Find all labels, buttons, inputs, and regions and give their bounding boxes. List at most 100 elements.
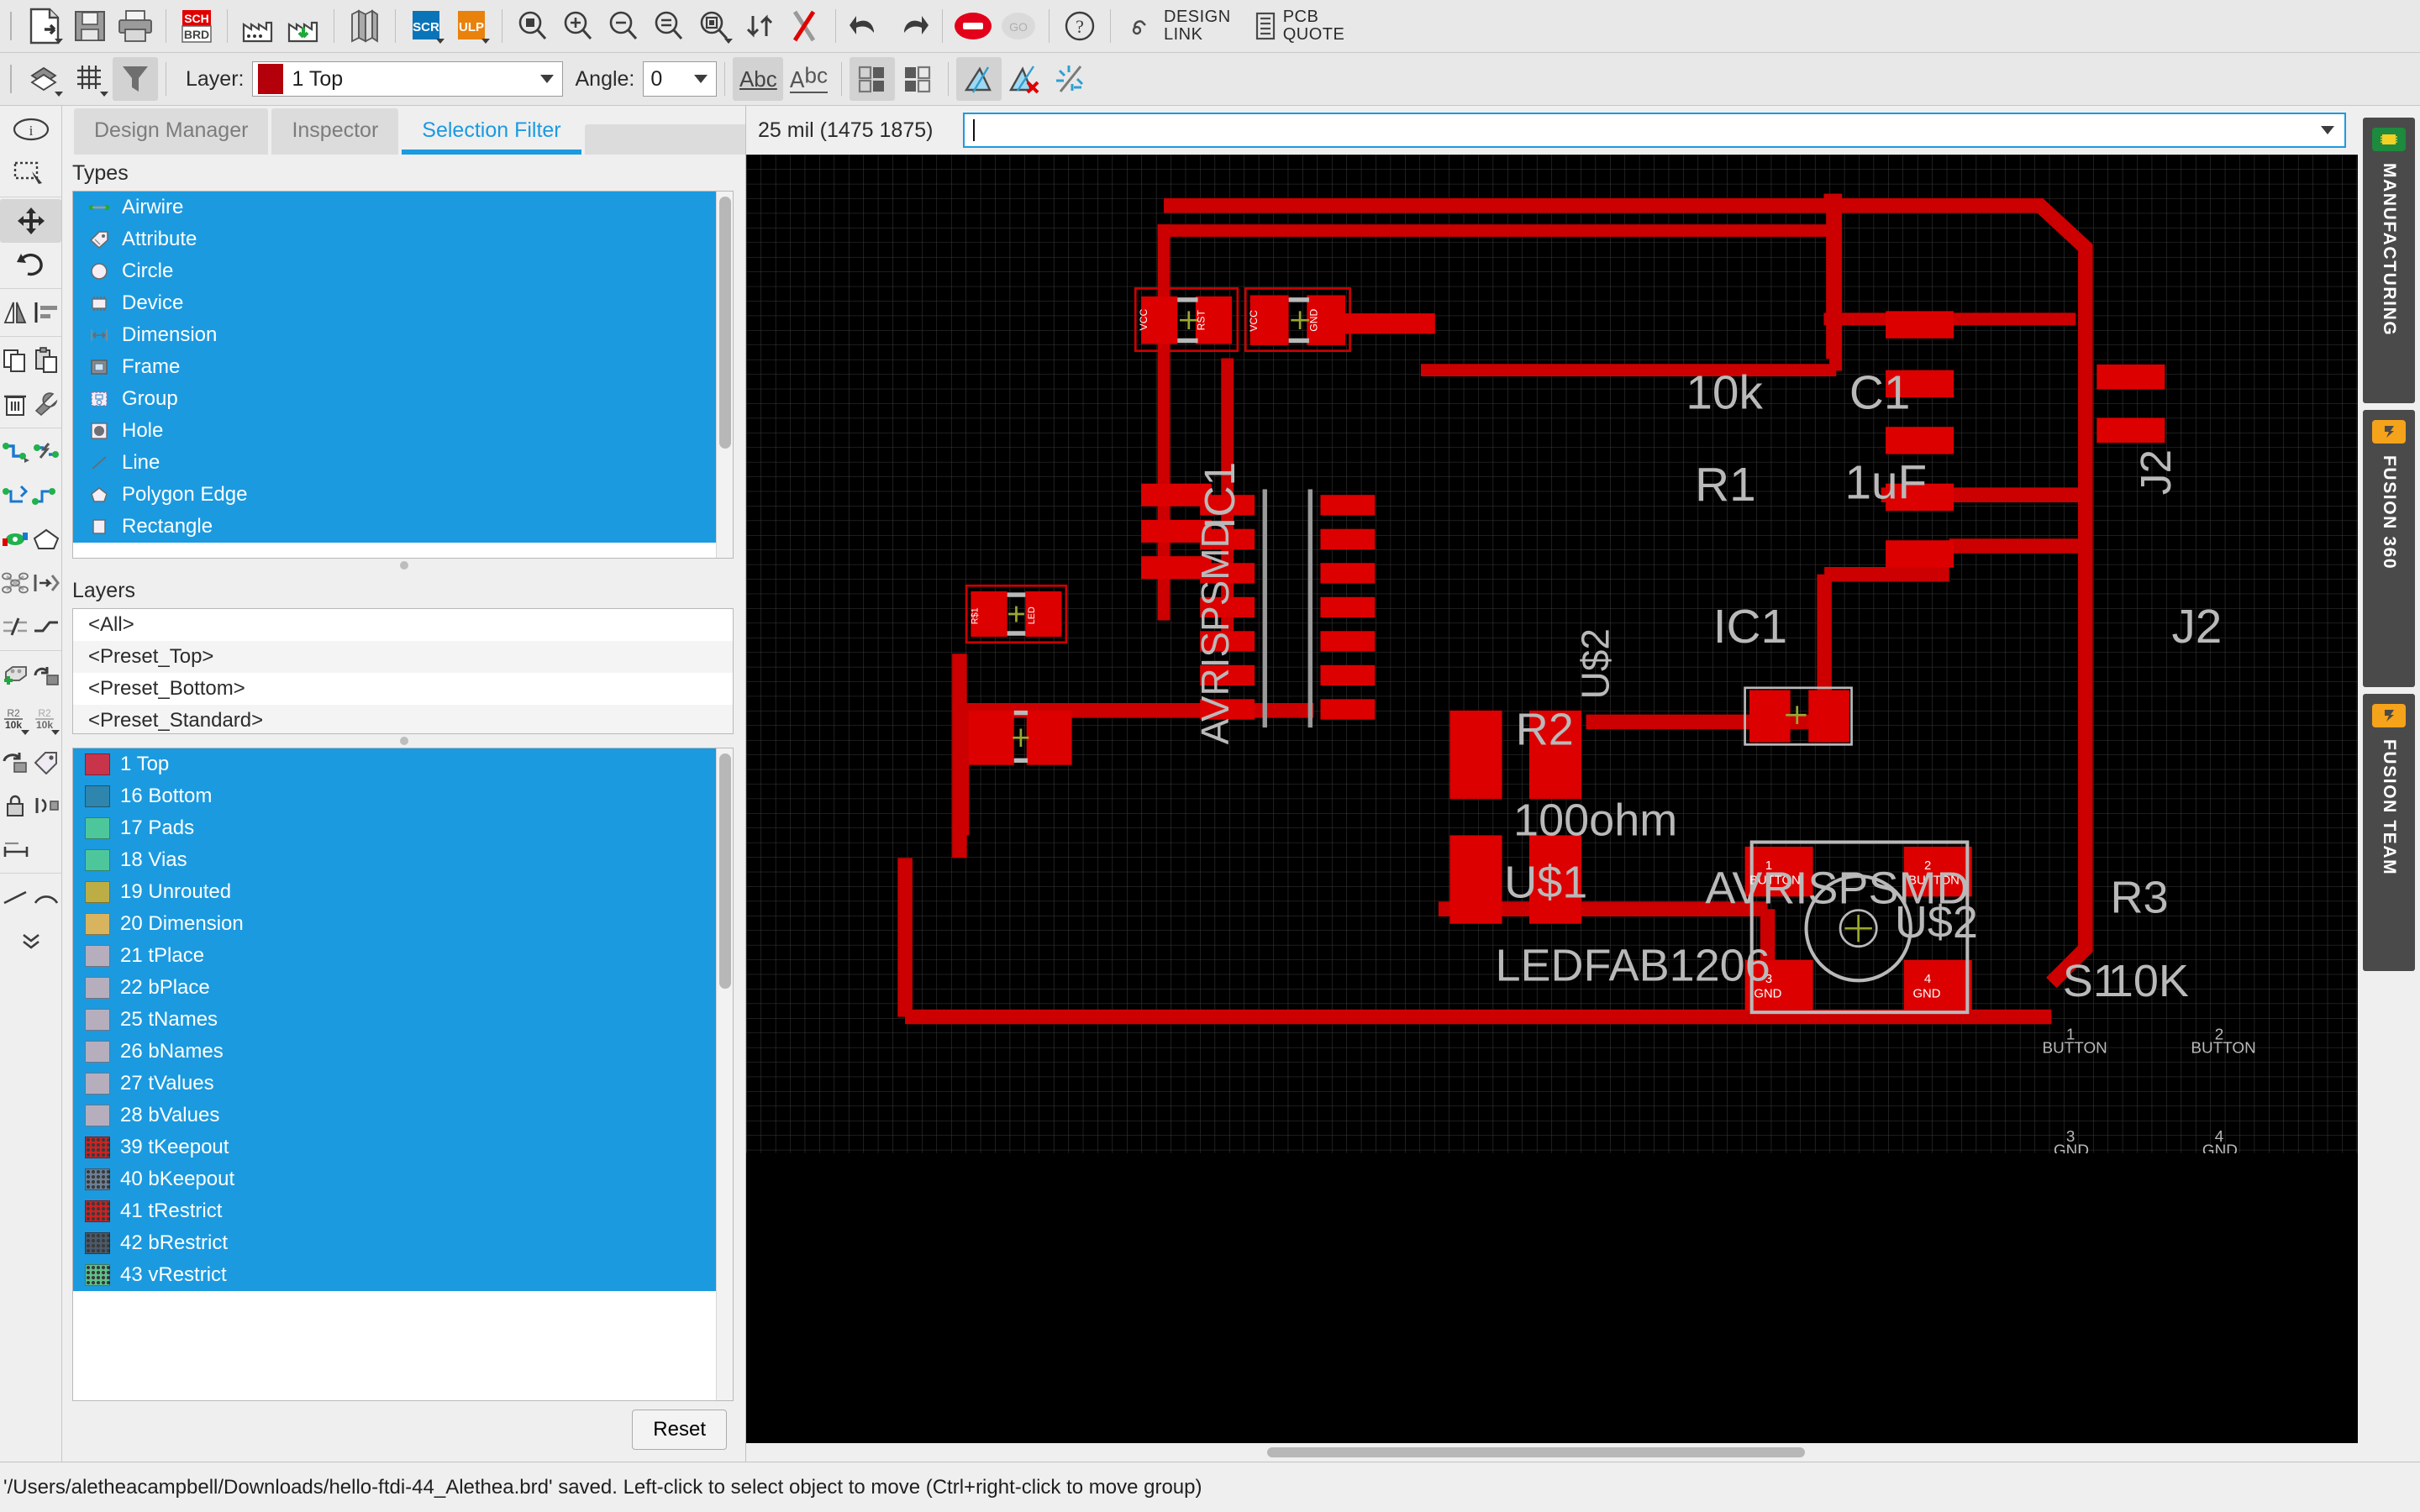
type-item-hole[interactable]: Hole [73,415,716,447]
replace-tool[interactable] [31,653,62,696]
types-scroll-thumb[interactable] [719,197,731,449]
layers-settings-button[interactable] [22,57,67,101]
toolbar-grip[interactable] [10,12,12,40]
layers-scrollbar[interactable] [716,748,733,1400]
type-item-circle[interactable]: Circle [73,255,716,287]
paste-tool[interactable] [31,339,62,382]
array-tool[interactable] [31,784,62,827]
switch-sch-brd-button[interactable]: SCH BRD [174,4,219,48]
snap-angle-button[interactable] [956,57,1002,101]
cam-processor-button[interactable] [235,4,281,48]
generate-manufacturing-data-button[interactable] [281,4,326,48]
type-item-device[interactable]: Device [73,287,716,319]
undo-button[interactable] [844,4,889,48]
name-tool[interactable]: R2 10k [0,696,31,740]
layer-item-27-tvalues[interactable]: 27 tValues [73,1068,716,1100]
move-tool[interactable] [0,199,61,243]
panel-splitter-1[interactable] [62,559,745,572]
horizontal-scroll-thumb[interactable] [1267,1447,1805,1457]
panel-splitter-2[interactable] [62,734,745,748]
type-item-line[interactable]: Line [73,447,716,479]
types-listbox[interactable]: Airwire Attribute Circle Device Dimension Fra… [72,191,734,559]
stop-button[interactable] [950,4,996,48]
ripup-tool[interactable] [31,430,62,474]
selection-filter-button[interactable] [113,57,158,101]
refresh-button[interactable] [737,4,782,48]
mirror-tool[interactable] [0,291,31,334]
ratsnest-tool[interactable] [0,561,31,605]
signal-tool[interactable] [31,474,62,517]
expand-tools-button[interactable] [0,919,61,963]
layer-item-26-bnames[interactable]: 26 bNames [73,1036,716,1068]
preset-item-2[interactable]: <Preset_Bottom> [73,673,733,705]
layer-item-28-bvalues[interactable]: 28 bValues [73,1100,716,1131]
measure-tool[interactable] [0,827,31,871]
sparkle-snap-button[interactable] [1047,57,1092,101]
align-tool[interactable] [31,291,62,334]
polygon-tool[interactable] [31,517,62,561]
align-right-button[interactable] [895,57,940,101]
text-style-button[interactable]: Abc [733,57,784,101]
delete-tool[interactable] [0,382,31,426]
presets-listbox[interactable]: <All> <Preset_Top> <Preset_Bottom> <Preset_… [72,608,734,734]
layer-item-16-bottom[interactable]: 16 Bottom [73,780,716,812]
command-input[interactable] [963,113,2346,148]
toolbar-grip-2[interactable] [10,65,12,93]
library-manager-button[interactable] [342,4,387,48]
horizontal-scrollbar[interactable] [746,1443,2358,1462]
pcb-board-drawing[interactable]: VCC RST VCC GND R$1 LED 1 BUTTON 2 BUTTO… [746,155,2358,1153]
type-item-group[interactable]: Group [73,383,716,415]
dock-item-fusionteam[interactable]: FUSION TEAM [2363,694,2415,971]
layer-item-22-bplace[interactable]: 22 bPlace [73,972,716,1004]
dock-item-manufacturing[interactable]: MANUFACTURING [2363,118,2415,403]
wire-bend-tool[interactable] [31,605,62,648]
add-part-tool[interactable] [0,653,31,696]
go-button[interactable]: GO [996,4,1041,48]
run-script-button[interactable]: SCR [403,4,449,48]
info-tool[interactable]: i [0,108,61,151]
attribute-tool[interactable] [31,740,62,784]
copy-tool[interactable] [0,339,31,382]
preset-item-1[interactable]: <Preset_Top> [73,641,733,673]
autoroute-tool[interactable] [0,474,31,517]
print-button[interactable] [113,4,158,48]
chevron-down-icon[interactable] [2321,126,2334,134]
mirror-text-button[interactable]: ∀pc [783,57,834,101]
tab-design-manager[interactable]: Design Manager [74,108,269,155]
layer-item-40-bkeepout[interactable]: 40 bKeepout [73,1163,716,1195]
tab-inspector[interactable]: Inspector [271,108,399,155]
types-scrollbar[interactable] [716,192,733,558]
type-item-polygon-edge[interactable]: Polygon Edge [73,479,716,511]
smash-tool[interactable] [0,740,31,784]
layer-item-19-unrouted[interactable]: 19 Unrouted [73,876,716,908]
zoom-fit-button[interactable] [510,4,555,48]
help-button[interactable]: ? [1057,4,1102,48]
miter-tool[interactable] [0,605,31,648]
type-item-airwire[interactable]: Airwire [73,192,716,223]
layer-item-25-tnames[interactable]: 25 tNames [73,1004,716,1036]
design-rule-check-button[interactable] [782,4,828,48]
group-tool[interactable] [0,151,61,195]
lock-tool[interactable] [0,784,31,827]
design-link-button[interactable]: DESIGN LINK [1118,0,1243,52]
layer-select[interactable]: 1 Top [252,61,564,97]
layers-listbox[interactable]: 1 Top 16 Bottom 17 Pads 18 Vias 19 Unrouted 2… [72,748,734,1401]
zoom-select-button[interactable] [646,4,692,48]
layer-item-1-top[interactable]: 1 Top [73,748,716,780]
zoom-region-button[interactable] [692,4,737,48]
redo-button[interactable] [889,4,934,48]
arc-tool[interactable] [31,875,62,919]
pcb-canvas[interactable]: VCC RST VCC GND R$1 LED 1 BUTTON 2 BUTTO… [746,155,2358,1443]
type-item-attribute[interactable]: Attribute [73,223,716,255]
reset-button[interactable]: Reset [632,1410,727,1450]
type-item-rectangle[interactable]: Rectangle [73,511,716,543]
split-tool[interactable] [31,561,62,605]
angle-select[interactable]: 0 [643,61,718,97]
no-snap-angle-button[interactable] [1002,57,1047,101]
zoom-in-button[interactable] [555,4,601,48]
layer-item-41-trestrict[interactable]: 41 tRestrict [73,1195,716,1227]
open-file-button[interactable] [22,4,67,48]
route-tool[interactable] [0,430,31,474]
line-tool[interactable] [0,875,31,919]
zoom-out-button[interactable] [601,4,646,48]
